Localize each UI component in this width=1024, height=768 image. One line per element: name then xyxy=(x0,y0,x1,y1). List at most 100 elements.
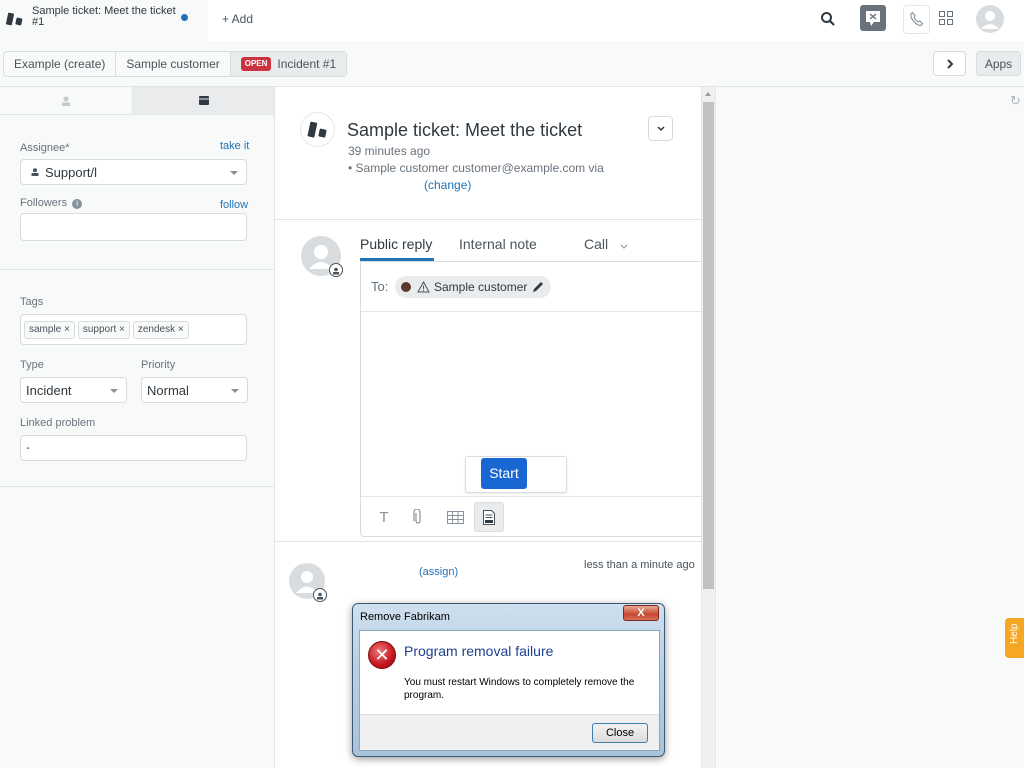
ticket-meta: • Sample customer customer@example.com v… xyxy=(348,161,604,175)
tab-call[interactable]: Call xyxy=(584,236,628,252)
status-badge: OPEN xyxy=(240,57,272,71)
followers-label-text: Followers xyxy=(20,197,68,209)
start-button[interactable]: Start xyxy=(481,458,527,489)
warning-icon xyxy=(417,281,430,293)
chat-icon[interactable] xyxy=(860,5,886,31)
next-button[interactable] xyxy=(933,51,966,76)
composer-divider xyxy=(275,541,701,542)
panel-tabs xyxy=(0,87,274,115)
attachment-icon[interactable] xyxy=(403,502,433,532)
text-format-icon[interactable]: T xyxy=(369,502,399,532)
take-it-link[interactable]: take it xyxy=(220,140,249,152)
type-select[interactable]: Incident xyxy=(20,377,127,403)
followers-label: Followers i xyxy=(20,197,83,209)
error-icon: ✕ xyxy=(368,641,396,669)
remove-tag-icon[interactable]: × xyxy=(178,324,184,335)
dialog-body: ✕ Program removal failure You must resta… xyxy=(359,630,660,751)
info-icon[interactable]: i xyxy=(72,199,83,209)
phone-icon[interactable] xyxy=(903,5,930,34)
remove-tag-icon[interactable]: × xyxy=(119,324,125,335)
scroll-up-arrow[interactable] xyxy=(705,92,711,96)
document-icon[interactable] xyxy=(474,502,504,532)
breadcrumb-requester[interactable]: Sample customer xyxy=(116,52,231,76)
tags-input[interactable]: sample × support × zendesk × xyxy=(20,314,247,345)
section-divider xyxy=(0,269,274,270)
start-popover: Start xyxy=(465,456,567,493)
remove-tag-icon[interactable]: × xyxy=(64,324,70,335)
chevron-down-icon xyxy=(230,171,238,175)
ticket-properties-panel: Assignee* take it Support/l Followers i … xyxy=(0,87,275,768)
event-time: less than a minute ago xyxy=(584,559,695,571)
type-label: Type xyxy=(20,359,44,371)
priority-label: Priority xyxy=(141,359,176,371)
assignee-label: Assignee* xyxy=(20,142,70,154)
dialog-footer: Close xyxy=(360,714,659,750)
conversation-scrollbar[interactable] xyxy=(701,87,715,768)
linked-problem-input[interactable]: - xyxy=(20,435,247,461)
recipient-pill[interactable]: Sample customer xyxy=(395,276,552,298)
ticket-title: Sample ticket: Meet the ticket xyxy=(347,120,583,140)
event-badge-icon xyxy=(313,588,327,602)
product-grid-icon[interactable] xyxy=(939,11,953,25)
help-button[interactable]: Help xyxy=(1005,618,1024,658)
table-icon[interactable] xyxy=(440,502,470,532)
recipient-name: Sample customer xyxy=(434,280,528,294)
assignee-value: Support/l xyxy=(45,165,98,180)
breadcrumb-bar: Example (create) Sample customer OPEN In… xyxy=(0,41,1024,87)
priority-select[interactable]: Normal xyxy=(141,377,248,403)
tag-label: zendesk xyxy=(137,324,176,335)
tab-public-reply[interactable]: Public reply xyxy=(360,236,432,252)
breadcrumb-organization[interactable]: Example (create) xyxy=(4,52,117,76)
zendesk-logo-icon xyxy=(6,12,23,26)
apps-button[interactable]: Apps xyxy=(976,51,1021,76)
person-icon xyxy=(31,168,39,176)
ticket-channel-icon xyxy=(300,112,335,147)
header-divider xyxy=(275,219,701,220)
chevron-down-icon xyxy=(620,244,628,249)
followers-input[interactable] xyxy=(20,213,247,241)
scroll-thumb[interactable] xyxy=(703,102,714,589)
dialog-heading: Program removal failure xyxy=(404,643,554,659)
tag-label: sample xyxy=(29,324,62,335)
ticket-options-button[interactable] xyxy=(648,116,673,141)
change-link[interactable]: (change) xyxy=(424,178,471,192)
card-icon xyxy=(198,96,209,105)
reply-editor[interactable]: To: Sample customer T xyxy=(360,261,701,537)
tag-label: support xyxy=(82,324,117,335)
breadcrumb-ticket-label: Incident #1 xyxy=(277,57,337,71)
unsaved-indicator xyxy=(181,14,188,21)
search-icon[interactable] xyxy=(820,11,836,27)
tab-user[interactable] xyxy=(0,87,133,114)
pencil-icon[interactable] xyxy=(531,280,545,294)
tab-ticket-fields[interactable] xyxy=(133,87,274,114)
chevron-down-icon xyxy=(110,389,118,393)
dialog-message: You must restart Windows to completely r… xyxy=(404,677,635,701)
section-divider xyxy=(0,486,274,487)
dialog-close-icon[interactable]: X xyxy=(623,605,659,621)
editor-toolbar: T xyxy=(361,496,701,537)
tag-chip: sample × xyxy=(24,321,75,339)
linked-problem-label: Linked problem xyxy=(20,417,96,429)
tab-internal-note[interactable]: Internal note xyxy=(459,236,537,252)
top-bar: Sample ticket: Meet the ticket #1 + Add xyxy=(0,0,1024,41)
user-avatar-icon[interactable] xyxy=(976,5,1004,33)
chevron-down-icon xyxy=(656,125,665,131)
follow-link[interactable]: follow xyxy=(220,199,248,211)
user-icon xyxy=(62,96,70,106)
dialog-title: Remove Fabrikam xyxy=(360,611,450,623)
chevron-right-icon xyxy=(946,58,953,69)
breadcrumb-ticket[interactable]: OPEN Incident #1 xyxy=(230,52,347,76)
tab-strip: + Add xyxy=(208,0,1024,41)
breadcrumb: Example (create) Sample customer OPEN In… xyxy=(3,51,348,77)
assign-link[interactable]: (assign) xyxy=(419,566,458,578)
error-dialog: Remove Fabrikam X ✕ Program removal fail… xyxy=(352,603,665,757)
ticket-tab[interactable]: Sample ticket: Meet the ticket #1 xyxy=(0,0,208,41)
add-tab-button[interactable]: + Add xyxy=(222,12,253,26)
ticket-tab-title: Sample ticket: Meet the ticket #1 xyxy=(32,5,176,28)
refresh-icon[interactable]: ↻ xyxy=(1010,93,1021,109)
agent-badge-icon xyxy=(329,263,343,277)
close-button[interactable]: Close xyxy=(592,723,648,743)
chevron-down-icon xyxy=(231,389,239,393)
assignee-select[interactable]: Support/l xyxy=(20,159,247,185)
ticket-time: 39 minutes ago xyxy=(348,144,431,158)
